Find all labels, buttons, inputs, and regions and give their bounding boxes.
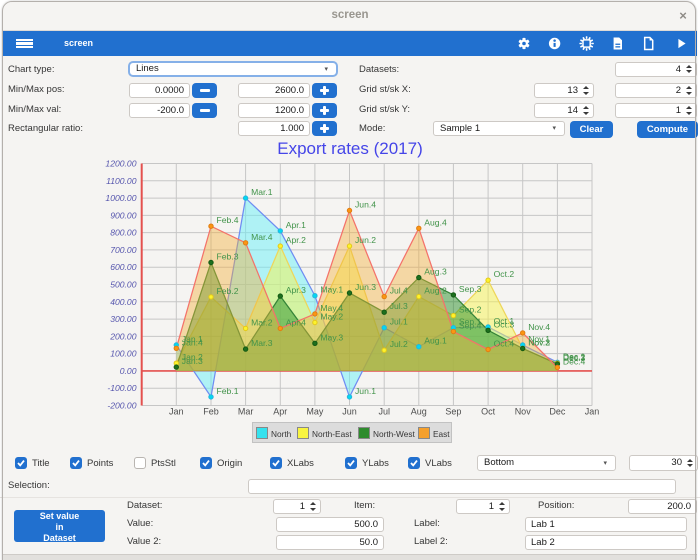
svg-text:Nov: Nov [515, 407, 532, 417]
svg-text:Dec: Dec [549, 407, 566, 417]
svg-text:Aug.4: Aug.4 [424, 217, 447, 227]
svg-text:Jan.4: Jan.4 [182, 337, 203, 347]
svg-text:Aug.2: Aug.2 [424, 286, 447, 296]
svg-text:Jun.3: Jun.3 [355, 282, 376, 292]
svg-text:Apr.4: Apr.4 [286, 317, 306, 327]
svg-text:Oct: Oct [481, 407, 496, 417]
svg-text:Oct.4: Oct.4 [494, 339, 515, 349]
svg-text:500.00: 500.00 [110, 280, 137, 290]
svg-text:Nov.3: Nov.3 [528, 338, 550, 348]
svg-text:Sep: Sep [445, 407, 461, 417]
svg-text:Aug.3: Aug.3 [424, 267, 447, 277]
svg-text:600.00: 600.00 [110, 262, 137, 272]
svg-text:May.2: May.2 [320, 312, 343, 322]
svg-text:Jul.1: Jul.1 [390, 317, 408, 327]
svg-text:Jan.3: Jan.3 [182, 356, 203, 366]
svg-text:Jul.3: Jul.3 [390, 301, 408, 311]
svg-text:Mar.1: Mar.1 [251, 187, 273, 197]
svg-text:May: May [306, 407, 324, 417]
svg-text:Mar.2: Mar.2 [251, 317, 273, 327]
svg-text:Jun.4: Jun.4 [355, 200, 376, 210]
svg-text:Aug: Aug [411, 407, 427, 417]
svg-text:1200.00: 1200.00 [105, 159, 136, 169]
svg-text:Feb: Feb [203, 407, 219, 417]
svg-text:Jun: Jun [342, 407, 357, 417]
svg-text:200.00: 200.00 [109, 331, 137, 341]
svg-text:Apr.1: Apr.1 [286, 220, 306, 230]
svg-text:100.00: 100.00 [110, 349, 137, 359]
svg-text:Jun.1: Jun.1 [355, 386, 376, 396]
svg-text:Apr.2: Apr.2 [286, 235, 306, 245]
svg-text:Nov.4: Nov.4 [528, 322, 550, 332]
svg-text:Jan: Jan [169, 407, 184, 417]
svg-text:Feb.4: Feb.4 [217, 215, 239, 225]
svg-text:-100.00: -100.00 [107, 383, 136, 393]
svg-text:May.4: May.4 [320, 303, 343, 313]
svg-text:Apr.3: Apr.3 [286, 285, 306, 295]
svg-text:1100.00: 1100.00 [106, 176, 137, 186]
svg-text:Jul.4: Jul.4 [390, 286, 408, 296]
svg-text:Feb.3: Feb.3 [217, 252, 239, 262]
svg-text:-200.00: -200.00 [107, 401, 136, 411]
svg-text:Sep.4: Sep.4 [459, 321, 482, 331]
svg-text:Mar.4: Mar.4 [251, 232, 273, 242]
svg-text:Dec.4: Dec.4 [563, 357, 586, 367]
svg-text:Jul.2: Jul.2 [390, 339, 408, 349]
svg-text:800.00: 800.00 [110, 228, 137, 238]
svg-text:1000.00: 1000.00 [105, 193, 136, 203]
svg-text:Jun.2: Jun.2 [355, 235, 376, 245]
svg-text:300.00: 300.00 [110, 314, 137, 324]
svg-text:May.3: May.3 [320, 332, 343, 342]
svg-text:Feb.1: Feb.1 [217, 386, 239, 396]
svg-text:900.00: 900.00 [110, 210, 137, 220]
svg-text:Apr: Apr [273, 407, 287, 417]
svg-text:Mar: Mar [238, 407, 254, 417]
svg-text:Jul: Jul [378, 407, 390, 417]
svg-text:Feb.2: Feb.2 [217, 286, 239, 296]
svg-text:Sep.3: Sep.3 [459, 284, 482, 294]
svg-text:Aug.1: Aug.1 [424, 336, 447, 346]
svg-text:Mar.3: Mar.3 [251, 338, 273, 348]
svg-text:Jan: Jan [585, 407, 600, 417]
svg-text:Sep.2: Sep.2 [459, 305, 482, 315]
svg-text:May.1: May.1 [320, 285, 343, 295]
svg-text:Oct.3: Oct.3 [494, 319, 515, 329]
svg-text:400.00: 400.00 [110, 297, 137, 307]
svg-text:0.00: 0.00 [120, 366, 137, 376]
svg-text:700.00: 700.00 [110, 245, 137, 255]
svg-text:Oct.2: Oct.2 [494, 269, 515, 279]
